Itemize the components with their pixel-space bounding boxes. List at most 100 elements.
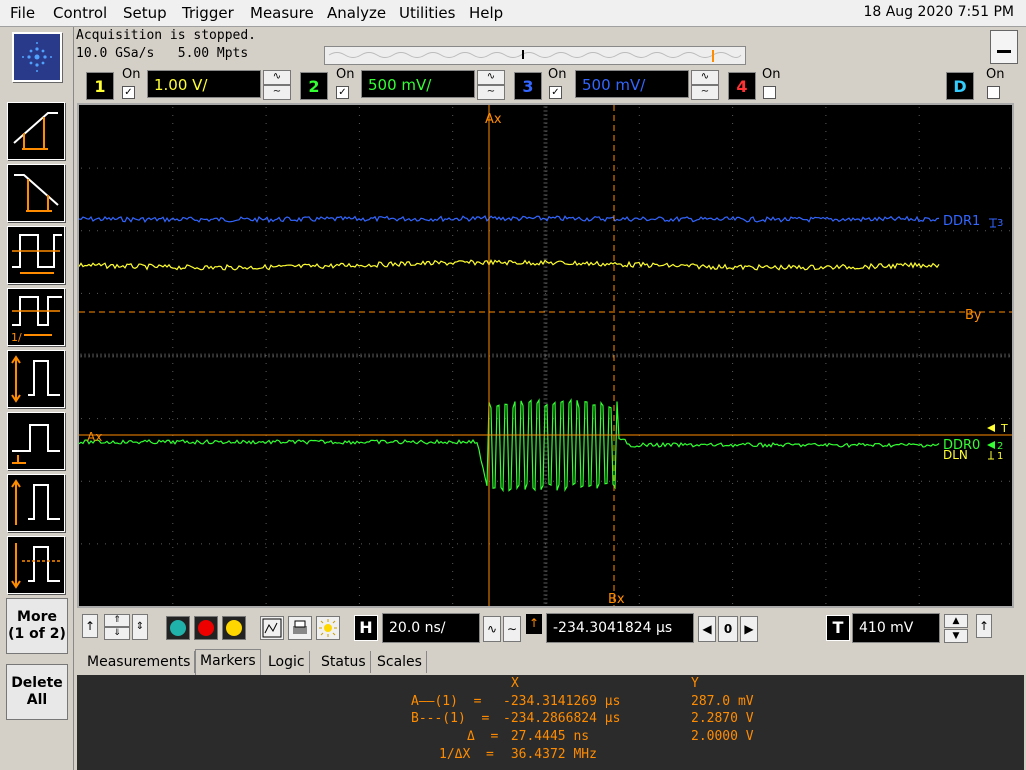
ddr0-label: DDR0 [943,438,980,453]
trigger-level-down-icon[interactable]: ▼ [944,629,968,643]
channel-4-button[interactable]: 4 [728,72,756,100]
channel-4-on-checkbox[interactable] [763,86,776,99]
tab-measurements[interactable]: Measurements [83,651,196,673]
menu-trigger[interactable]: Trigger [182,4,234,22]
more-button[interactable]: More (1 of 2) [6,598,68,654]
tab-status[interactable]: Status [317,651,371,673]
marker-inv-delta-label: 1/ΔX = [439,747,494,762]
horizontal-dc-icon[interactable]: ∼ [503,616,521,642]
expand-icon[interactable]: ⇕ [132,614,148,640]
menu-utilities[interactable]: Utilities [399,4,455,22]
channel-2-scale[interactable]: 500 mV/ [361,70,475,98]
digital-on-checkbox[interactable] [987,86,1000,99]
print-icon[interactable] [288,616,312,640]
tab-markers[interactable]: Markers [195,649,261,676]
channel-2-dc-coupling-icon[interactable]: ∼ [477,85,505,100]
agilent-logo-icon[interactable] [12,32,62,82]
positive-width-measure-button[interactable] [7,350,65,408]
channel-1-ground-marker[interactable]: 1 [988,451,1003,462]
brightness-icon[interactable] [316,616,340,640]
trace-channel-1 [78,259,940,271]
horizontal-button[interactable]: H [354,615,378,641]
menu-bar: File Control Setup Trigger Measure Analy… [0,0,1026,27]
menu-help[interactable]: Help [469,4,503,22]
channel-2-on-checkbox[interactable]: ✓ [336,86,349,99]
marker-ax-left-label: Ax [87,430,102,444]
channel-2-ac-coupling-icon[interactable]: ∿ [477,70,505,85]
position-right-icon[interactable]: ▶ [740,616,758,642]
delay-reference-icon[interactable]: ↑ [526,614,542,634]
channel-1-on-label: On [122,67,141,82]
delete-all-label: All [26,692,48,708]
zoom-down-icon[interactable]: ⇓ [104,627,130,640]
amplitude-measure-button[interactable] [7,412,65,470]
graticule-grid [80,106,1010,604]
base-measure-button[interactable] [7,536,65,594]
position-zero-button[interactable]: 0 [718,616,738,642]
channel-3-dc-coupling-icon[interactable]: ∼ [691,85,719,100]
marker-inv-delta-x: 36.4372 MHz [503,747,597,762]
timebase-position[interactable]: -234.3041824 µs [546,613,694,643]
autoscale-icon[interactable] [260,616,284,640]
tab-logic[interactable]: Logic [264,651,310,673]
channel-1-button[interactable]: 1 [86,72,114,100]
svg-text:3: 3 [997,218,1003,229]
zoom-up-icon[interactable]: ⇑ [104,614,130,627]
channel-2-on-label: On [336,67,355,82]
svg-text:T: T [1000,422,1008,435]
trigger-level-marker[interactable]: T [987,422,1008,435]
channel-3-ac-coupling-icon[interactable]: ∿ [691,70,719,85]
digital-on-label: On [986,67,1005,82]
stop-button[interactable] [194,616,218,640]
menu-measure[interactable]: Measure [250,4,314,22]
top-measure-button[interactable] [7,474,65,532]
digital-channels-button[interactable]: D [946,72,974,100]
trigger-level-up-icon[interactable]: ▲ [944,614,968,628]
marker-a-x: -234.3141269 µs [503,694,621,709]
tab-scales[interactable]: Scales [373,651,427,673]
rise-time-measure-button[interactable] [7,102,65,160]
channel-3-ground-marker[interactable]: 3 [989,218,1003,229]
marker-a-y: 287.0 mV [691,694,754,709]
tab-bar: Measurements Markers Logic Status Scales [77,649,1024,676]
trigger-up-icon[interactable]: ↑ [976,614,992,638]
channel-3-scale[interactable]: 500 mV/ [575,70,689,98]
channel-1-on-checkbox[interactable]: ✓ [122,86,135,99]
trigger-button[interactable]: T [826,615,850,641]
timebase-scale[interactable]: 20.0 ns/ [382,613,480,643]
channel-1-ac-coupling-icon[interactable]: ∿ [263,70,291,85]
menu-analyze[interactable]: Analyze [327,4,386,22]
trigger-level[interactable]: 410 mV [852,613,940,643]
channel-3-on-label: On [548,67,567,82]
memory-bar[interactable] [324,46,746,65]
waveform-display[interactable]: Ax Bx By Ax DDR1 DLN DDR0 3 T 2 1 [77,103,1014,608]
marker-a-label: A——(1) = [411,694,482,709]
scroll-up-icon[interactable]: ↑ [82,614,98,638]
channel-1-dc-coupling-icon[interactable]: ∼ [263,85,291,100]
markers-header-x: X [511,676,519,691]
acquisition-rate-text: 10.0 GSa/s 5.00 Mpts [76,46,249,61]
marker-delta-label: Δ = [467,729,499,744]
delete-all-button[interactable]: Delete All [6,664,68,720]
position-left-icon[interactable]: ◀ [698,616,716,642]
menu-setup[interactable]: Setup [123,4,167,22]
minimize-button[interactable] [990,30,1018,64]
run-button[interactable] [166,616,190,640]
frequency-measure-button[interactable]: 1/ [7,288,65,346]
horizontal-ac-icon[interactable]: ∿ [483,616,501,642]
menu-file[interactable]: File [10,4,35,22]
channel-3-on-checkbox[interactable]: ✓ [549,86,562,99]
channel-3-button[interactable]: 3 [514,72,542,100]
period-measure-button[interactable] [7,226,65,284]
menu-control[interactable]: Control [53,4,107,22]
channel-1-scale[interactable]: 1.00 V/ [147,70,261,98]
fall-time-measure-button[interactable] [7,164,65,222]
marker-b-y: 2.2870 V [691,711,754,726]
waveform-canvas[interactable]: Ax Bx By Ax DDR1 DLN DDR0 3 T 2 1 [78,105,1012,607]
svg-text:1: 1 [997,451,1003,462]
channel-2-button[interactable]: 2 [300,72,328,100]
more-label: More [17,609,57,625]
acquisition-status: Acquisition is stopped. 10.0 GSa/s 5.00 M… [76,27,256,63]
single-button[interactable] [222,616,246,640]
trace-ddr1 [78,215,940,224]
